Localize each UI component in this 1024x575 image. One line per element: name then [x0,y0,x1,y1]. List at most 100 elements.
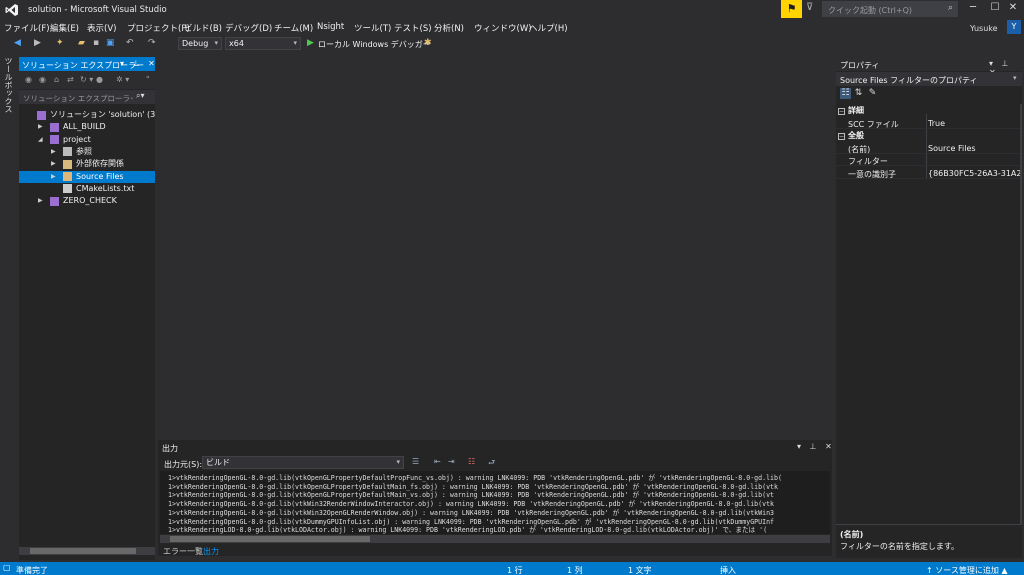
redo-icon[interactable]: ↷ [148,38,156,48]
menu-item[interactable]: テスト(S) [394,22,432,34]
more-icon[interactable]: " [146,75,150,84]
tab-output[interactable]: 出力 [200,546,222,557]
output-text-area[interactable]: 1>vtkRenderingOpenGL-8.0-gd.lib(vtkOpenG… [160,471,830,534]
menu-item[interactable]: チーム(M) [274,22,313,34]
menu-item[interactable]: プロジェクト(P) [127,22,190,34]
menu-item[interactable]: ビルド(B) [184,22,222,34]
menu-item[interactable]: Nsight [317,22,344,32]
tree-item[interactable]: ソリューション 'solution' (3 プロジェクト) [19,109,155,121]
back-icon[interactable]: ◉ [25,75,32,84]
external-deps-icon [63,159,72,169]
expand-icon[interactable]: ▶ [51,171,56,183]
property-category[interactable]: − 全般 [838,130,864,141]
notification-flag-icon[interactable]: ⚑ [781,0,802,18]
home-icon[interactable]: ⌂ [54,75,59,84]
close-button[interactable]: ✕ [1002,2,1024,16]
expand-icon[interactable]: ▶ [51,158,56,170]
expand-icon[interactable]: ▶ [38,121,43,133]
categorized-icon[interactable]: ☷ [840,88,851,99]
previous-message-icon[interactable]: ⇤ [434,457,441,466]
collapse-all-icon[interactable]: ● [96,75,103,84]
minimize-button[interactable]: ─ [962,2,984,16]
category-name: 全般 [848,131,864,140]
property-value[interactable]: True [928,119,1022,128]
configuration-dropdown[interactable]: Debug ▾ [178,37,222,50]
output-source-dropdown[interactable]: ビルド ▾ [202,456,404,469]
vertical-scrollbar[interactable] [1020,104,1022,524]
tree-item-label: project [63,134,91,144]
tree-item[interactable]: ▶ 参照 [19,146,155,158]
status-insert-mode[interactable]: 挿入 [720,565,736,575]
collapse-icon[interactable]: − [838,133,845,140]
solution-icon [37,110,46,120]
clear-all-icon[interactable]: ☷ [468,457,475,466]
text-file-icon [63,184,72,194]
expand-icon[interactable]: ▶ [38,195,43,207]
property-name: (名前) [848,144,871,154]
menu-item[interactable]: ファイル(F) [4,22,50,34]
save-all-icon[interactable]: ▣ [106,38,115,48]
next-message-icon[interactable]: ⇥ [448,457,455,466]
alphabetical-icon[interactable]: ⇅ [853,88,864,99]
menu-item[interactable]: ツール(T) [354,22,391,34]
save-icon[interactable]: ▪ [93,38,99,48]
menu-item[interactable]: デバッグ(D) [225,22,272,34]
property-value[interactable]: {86B30FC5-26A3-31A2-8D [928,169,1022,178]
menu-item[interactable]: 分析(N) [434,22,464,34]
menu-item[interactable]: 表示(V) [87,22,116,34]
chevron-down-icon: ▾ [293,39,297,47]
status-line: 1 行 [507,566,523,575]
forward-icon[interactable]: ◉ [39,75,46,84]
property-value[interactable]: Source Files [928,144,1022,153]
menu-item[interactable]: ウィンドウ(W) [474,22,532,34]
project-icon [50,135,59,145]
start-debugging-button[interactable]: ローカル Windows デバッガー [318,39,431,50]
output-line: 1>vtkRenderingLOD-8.0-gd.lib(vtkLODActor… [168,526,768,534]
user-avatar[interactable]: Y [1007,20,1021,34]
output-title: 出力 [162,444,178,453]
property-name: フィルター [848,157,888,166]
collapse-icon[interactable]: ◢ [38,134,43,146]
search-icon: ⌕ [947,3,953,13]
platform-dropdown[interactable]: x64 ▾ [225,37,301,50]
feedback-filter-icon[interactable]: ⊽ [806,2,818,16]
attach-icon[interactable]: ✱ [424,38,432,48]
new-project-icon[interactable]: ✦ [56,38,64,48]
source-control-button[interactable]: ↑ ソース管理に追加 ▲ [926,565,1008,575]
property-category[interactable]: − 詳細 [838,105,864,116]
undo-icon[interactable]: ↶ [126,38,134,48]
find-message-icon[interactable]: ☰ [412,457,419,466]
chevron-down-icon[interactable]: ▾ [1013,74,1017,82]
back-icon[interactable]: ◀ [14,38,21,48]
panel-window-buttons[interactable]: ▾ ⊥ ✕ [797,442,835,451]
tree-item[interactable]: ◢ project [19,134,155,146]
tree-item[interactable]: ▶ ALL_BUILD [19,121,155,133]
history-icon[interactable]: ↻ ▾ [80,75,93,84]
menu-item[interactable]: ヘルプ(H) [529,22,568,34]
collapse-icon[interactable]: − [838,108,845,115]
tree-item[interactable]: ▶ ZERO_CHECK [19,195,155,207]
user-name[interactable]: Yusuke [970,24,998,33]
forward-icon[interactable]: ▶ [34,38,41,48]
toolbox-label[interactable]: ツールボックス [3,57,14,113]
open-folder-icon[interactable]: ▰ [78,38,85,48]
configuration-value: Debug [182,39,209,48]
tree-item[interactable]: ▶ Source Files [19,170,155,183]
tree-item[interactable]: CMakeLists.txt [19,183,155,195]
scrollbar-thumb[interactable] [30,548,136,554]
scrollbar-thumb[interactable] [170,536,370,542]
play-icon[interactable]: ▶ [307,38,314,48]
settings-icon[interactable]: ✲ ▾ [116,75,129,84]
property-pages-icon[interactable]: ✎ [867,88,878,99]
panel-window-buttons[interactable]: ▾ ⊥ ✕ [120,59,158,68]
sync-icon[interactable]: ⇄ [67,75,74,84]
menu-item[interactable]: 編集(E) [50,22,79,34]
output-status-icon: ▢ [3,563,11,572]
expand-icon[interactable]: ▶ [51,146,56,158]
word-wrap-icon[interactable]: ⮐ [488,457,495,471]
quick-launch-input[interactable]: クイック起動 (Ctrl+Q) ⌕ [822,1,958,17]
search-icon[interactable]: ⌕▾ [136,91,145,101]
tree-item[interactable]: ▶ 外部依存関係 [19,158,155,170]
properties-object-name: Source Files フィルターのプロパティ [840,76,978,85]
status-ready: 準備完了 [16,566,48,575]
